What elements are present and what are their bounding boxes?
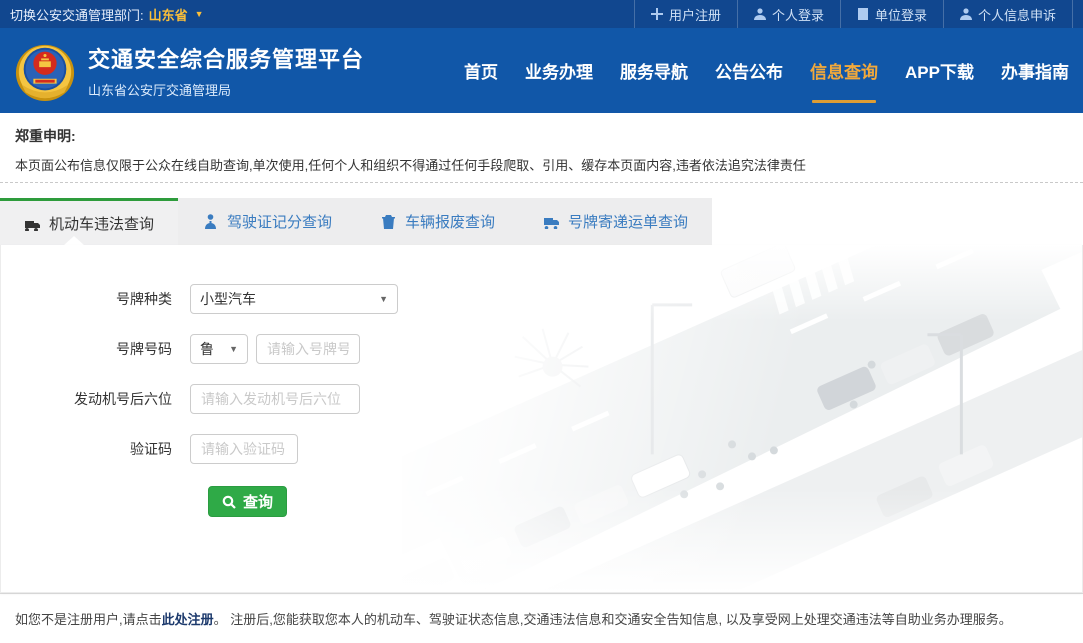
nav-service-guide[interactable]: 服务导航 xyxy=(620,52,688,89)
captcha-row: 验证码 xyxy=(1,434,1082,464)
nav-active-underline xyxy=(812,100,876,103)
footer-text-post: 。 注册后,您能获取您本人的机动车、驾驶证状态信息,交通违法信息和交通安全告知信… xyxy=(214,612,1012,627)
tab-plate-delivery-query[interactable]: 号牌寄递运单查询 xyxy=(519,198,712,245)
site-subtitle: 山东省公安厅交通管理局 xyxy=(88,80,364,99)
footer-text-pre: 如您不是注册用户,请点击 xyxy=(15,612,162,627)
nav-announcements[interactable]: 公告公布 xyxy=(715,52,783,89)
org-login-label: 单位登录 xyxy=(875,5,927,24)
plate-type-row: 号牌种类 小型汽车 ▼ xyxy=(1,284,1082,314)
plus-icon xyxy=(651,8,663,20)
topbar-links: 用户注册 个人登录 单位登录 个人信息申诉 xyxy=(634,0,1073,28)
driver-icon xyxy=(202,214,219,229)
department-switcher[interactable]: 切换公安交通管理部门: 山东省 ▼ xyxy=(10,5,204,24)
query-tabs-strip: 机动车违法查询 驾驶证记分查询 车辆报废查询 号牌寄递运单查询 xyxy=(0,198,712,245)
main-nav: 首页 业务办理 服务导航 公告公布 信息查询 APP下载 办事指南 xyxy=(464,52,1069,89)
nav-home[interactable]: 首页 xyxy=(464,52,498,89)
scrap-trash-icon xyxy=(380,214,397,229)
register-here-link[interactable]: 此处注册 xyxy=(162,612,214,627)
plate-type-label: 号牌种类 xyxy=(1,289,190,309)
engine-number-input[interactable] xyxy=(190,384,360,414)
personal-login-link[interactable]: 个人登录 xyxy=(737,0,840,28)
nav-info-query[interactable]: 信息查询 xyxy=(810,52,878,89)
nav-business[interactable]: 业务办理 xyxy=(525,52,593,89)
chevron-down-icon: ▼ xyxy=(379,294,388,304)
personal-login-label: 个人登录 xyxy=(772,5,824,24)
query-button-label: 查询 xyxy=(243,491,273,512)
plate-number-label: 号牌号码 xyxy=(1,339,190,359)
query-tabs: 机动车违法查询 驾驶证记分查询 车辆报废查询 号牌寄递运单查询 xyxy=(0,198,1083,245)
submit-row: 查询 xyxy=(1,486,1082,517)
captcha-label: 验证码 xyxy=(1,439,190,459)
person-icon xyxy=(960,8,972,20)
engine-number-label: 发动机号后六位 xyxy=(1,389,190,409)
site-header: 交通安全综合服务管理平台 山东省公安厅交通管理局 首页 业务办理 服务导航 公告… xyxy=(0,28,1083,113)
appeal-link-label: 个人信息申诉 xyxy=(978,5,1056,24)
tab-vehicle-violation-query[interactable]: 机动车违法查询 xyxy=(0,198,178,245)
plate-type-value: 小型汽车 xyxy=(200,289,256,309)
solemn-statement: 郑重申明: 本页面公布信息仅限于公众在线自助查询,单次使用,任何个人和组织不得通… xyxy=(0,113,1083,183)
query-button[interactable]: 查询 xyxy=(208,486,287,517)
engine-number-row: 发动机号后六位 xyxy=(1,384,1082,414)
tab-label: 驾驶证记分查询 xyxy=(227,211,332,232)
tab-label: 车辆报废查询 xyxy=(405,211,495,232)
car-icon xyxy=(24,216,41,231)
region-value[interactable]: 山东省 xyxy=(149,5,188,24)
plate-number-input[interactable] xyxy=(256,334,360,364)
nav-info-query-label: 信息查询 xyxy=(810,63,878,82)
violation-query-form: 号牌种类 小型汽车 ▼ 号牌号码 鲁 ▼ 发动机号后六位 验证码 查询 xyxy=(1,245,1082,517)
statement-body: 本页面公布信息仅限于公众在线自助查询,单次使用,任何个人和组织不得通过任何手段爬… xyxy=(15,155,1068,174)
plate-prefix-value: 鲁 xyxy=(200,339,214,359)
query-panel: 号牌种类 小型汽车 ▼ 号牌号码 鲁 ▼ 发动机号后六位 验证码 查询 xyxy=(0,245,1083,593)
plate-type-select[interactable]: 小型汽车 ▼ xyxy=(190,284,398,314)
site-title: 交通安全综合服务管理平台 xyxy=(88,42,364,74)
active-tab-notch xyxy=(64,236,84,245)
chevron-down-icon: ▼ xyxy=(229,344,238,354)
person-icon xyxy=(754,8,766,20)
nav-guidelines[interactable]: 办事指南 xyxy=(1001,52,1069,89)
chevron-down-icon: ▼ xyxy=(195,9,204,19)
site-title-block: 交通安全综合服务管理平台 山东省公安厅交通管理局 xyxy=(88,42,364,99)
register-hint-footer: 如您不是注册用户,请点击此处注册。 注册后,您能获取您本人的机动车、驾驶证状态信… xyxy=(0,593,1083,643)
tab-label: 机动车违法查询 xyxy=(49,213,154,234)
topbar: 切换公安交通管理部门: 山东省 ▼ 用户注册 个人登录 单位登录 个人信息申诉 xyxy=(0,0,1083,28)
police-badge-logo xyxy=(14,40,76,102)
org-badge-icon xyxy=(857,8,869,20)
register-link-label: 用户注册 xyxy=(669,5,721,24)
switch-label: 切换公安交通管理部门: xyxy=(10,5,144,24)
appeal-link[interactable]: 个人信息申诉 xyxy=(943,0,1073,28)
tab-label: 号牌寄递运单查询 xyxy=(568,211,688,232)
tab-vehicle-scrap-query[interactable]: 车辆报废查询 xyxy=(356,198,519,245)
search-icon xyxy=(222,495,236,509)
plate-number-row: 号牌号码 鲁 ▼ xyxy=(1,334,1082,364)
statement-title: 郑重申明: xyxy=(15,126,1068,146)
register-link[interactable]: 用户注册 xyxy=(634,0,737,28)
tab-license-points-query[interactable]: 驾驶证记分查询 xyxy=(178,198,356,245)
nav-app-download[interactable]: APP下载 xyxy=(905,52,974,89)
plate-prefix-select[interactable]: 鲁 ▼ xyxy=(190,334,248,364)
captcha-input[interactable] xyxy=(190,434,298,464)
org-login-link[interactable]: 单位登录 xyxy=(840,0,943,28)
delivery-truck-icon xyxy=(543,214,560,229)
